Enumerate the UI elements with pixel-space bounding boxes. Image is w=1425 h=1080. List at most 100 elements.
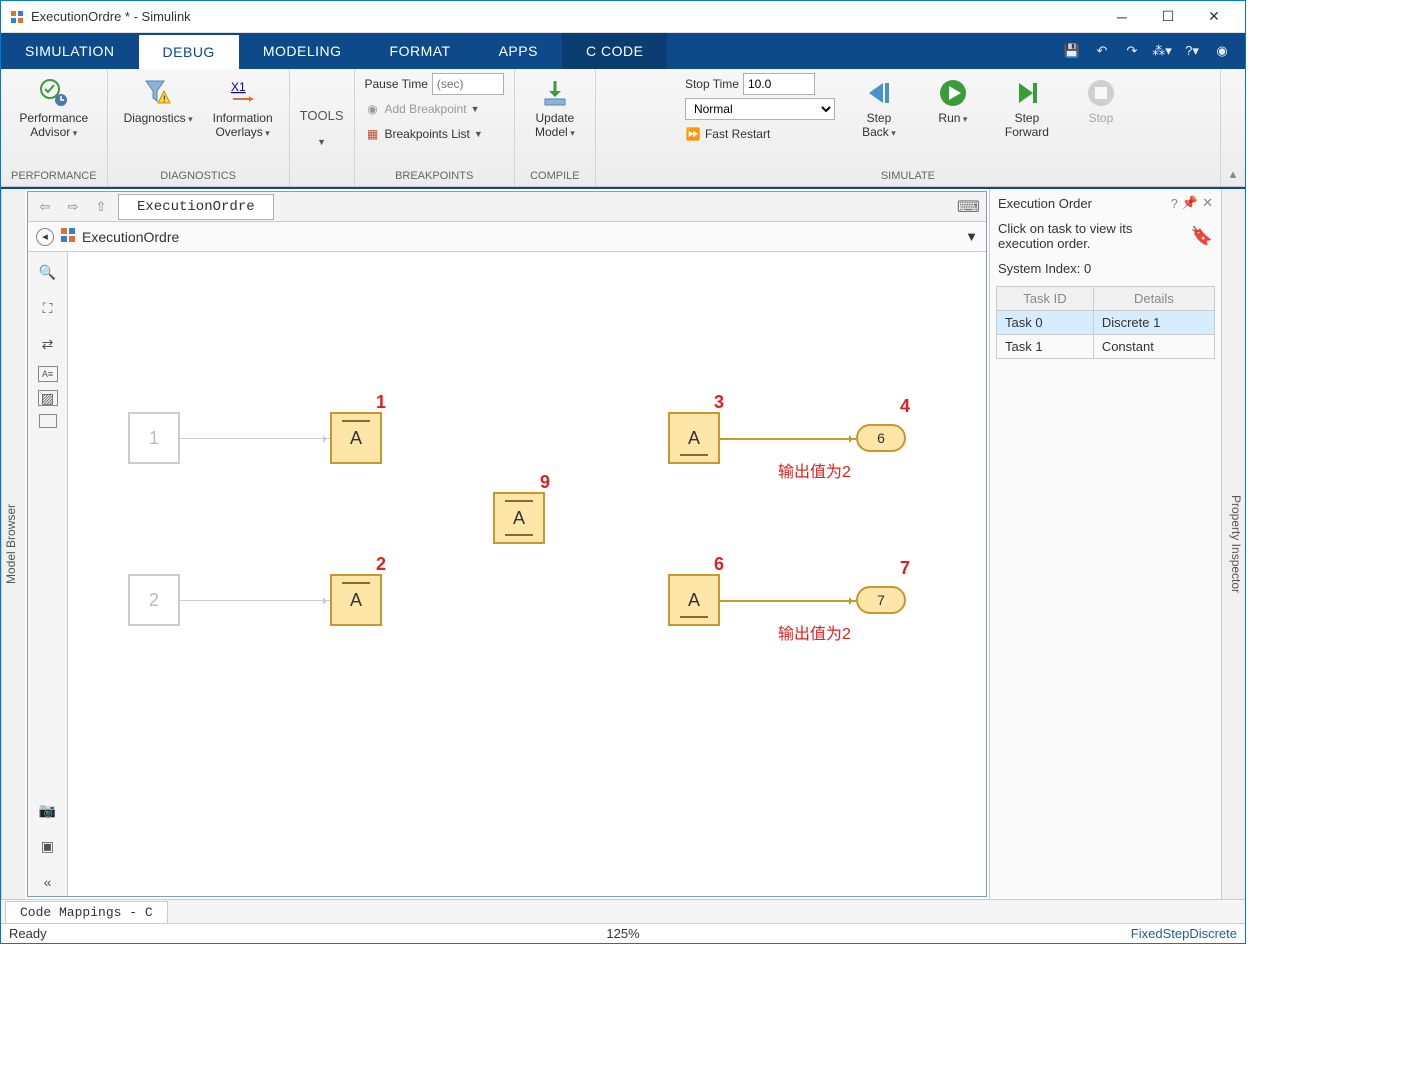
status-left: Ready [9,926,47,941]
block-dsm-1[interactable]: A [330,412,382,464]
block-dsm-3[interactable]: A [668,412,720,464]
add-breakpoint-button[interactable]: ◉ Add Breakpoint ▼ [365,98,504,120]
update-model-icon [539,77,571,109]
exec-highlight-icon[interactable]: 🔖 [1191,226,1213,247]
block-constant-1[interactable]: 1 [128,412,180,464]
nav-back-icon[interactable]: ⇦ [34,196,56,218]
screenshot-icon[interactable]: 📷 [34,796,62,824]
crumb-dropdown-icon[interactable]: ▼ [965,229,978,244]
footer-tab-code-mappings[interactable]: Code Mappings - C [5,901,168,923]
table-row[interactable]: Task 1Constant [997,335,1215,359]
settings-icon[interactable]: ◉ [1211,40,1233,62]
update-model-button[interactable]: Update Model [525,73,585,144]
tab-ccode[interactable]: C CODE [562,33,667,69]
exec-help-icon[interactable]: ? [1171,196,1178,211]
tab-apps[interactable]: APPS [475,33,562,69]
nav-up-icon[interactable]: ⇧ [90,196,112,218]
block-display-1[interactable]: 6 [856,424,906,452]
exec-panel-title: Execution Order [998,196,1167,211]
stop-time-input[interactable] [743,73,815,95]
tools-dropdown[interactable]: ▼ [317,137,326,147]
tab-simulation[interactable]: SIMULATION [1,33,139,69]
execution-order-panel: Execution Order ? 📌 ✕ Click on task to v… [989,189,1221,899]
signal-wire[interactable] [720,600,856,602]
quick-access-toolbar: 💾 ↶ ↷ ⁂▾ ?▾ ◉ [1061,40,1245,62]
run-button[interactable]: Run [923,73,983,130]
crumb-label[interactable]: ExecutionOrdre [82,229,179,245]
image-icon[interactable]: ▨ [38,390,58,406]
exec-badge-4: 4 [900,396,910,417]
exec-pin-icon[interactable]: 📌 [1182,195,1198,211]
record-icon[interactable]: ▣ [34,832,62,860]
pause-time-label: Pause Time [365,77,428,91]
exec-badge-6: 6 [714,554,724,575]
ribbon: Performance Advisor PERFORMANCE ! Diagno… [1,69,1245,187]
fit-icon[interactable]: ⛶ [34,294,62,322]
maximize-button[interactable]: ☐ [1145,2,1191,32]
status-solver[interactable]: FixedStepDiscrete [1131,926,1237,941]
fav-icon[interactable]: ⁂▾ [1151,40,1173,62]
zoom-icon[interactable]: 🔍 [34,258,62,286]
play-icon [937,77,969,109]
app-icon [9,9,25,25]
group-tools: TOOLS ▼ [290,69,355,186]
diagnostics-button[interactable]: ! Diagnostics [118,73,199,130]
status-zoom[interactable]: 125% [606,926,639,941]
nav-tab[interactable]: ExecutionOrdre [118,194,274,220]
tab-modeling[interactable]: MODELING [239,33,366,69]
block-dsm-9[interactable]: A [493,492,545,544]
keyboard-icon[interactable]: ⌨ [957,197,980,217]
signal-wire[interactable] [180,438,330,439]
main-content: Model Browser ⇦ ⇨ ⇧ ExecutionOrdre ⌨ ◂ E… [1,187,1245,899]
signal-wire[interactable] [180,600,330,601]
exec-close-icon[interactable]: ✕ [1202,195,1213,211]
annotation-out2: 输出值为2 [778,620,851,644]
block-display-2[interactable]: 7 [856,586,906,614]
expand-palette-icon[interactable]: « [34,868,62,896]
model-browser-tab[interactable]: Model Browser [1,189,25,899]
title-bar: ExecutionOrdre * - Simulink ─ ☐ ✕ [1,1,1245,33]
info-overlays-button[interactable]: X1 Information Overlays [207,73,279,144]
fast-restart-button[interactable]: ⏩ Fast Restart [685,123,835,145]
system-index-label: System Index: [998,261,1080,276]
signal-icon[interactable]: ⇄ [34,330,62,358]
step-forward-button[interactable]: Step Forward [997,73,1057,143]
nav-forward-icon[interactable]: ⇨ [62,196,84,218]
table-row[interactable]: Task 0Discrete 1 [997,311,1215,335]
group-compile: Update Model COMPILE [515,69,596,186]
stop-button[interactable]: Stop [1071,73,1131,129]
block-dsm-6[interactable]: A [668,574,720,626]
check-clock-icon [38,77,70,109]
breakpoints-list-button[interactable]: ▦ Breakpoints List ▼ [365,123,504,145]
svg-text:!: ! [163,94,166,104]
exec-badge-1: 1 [376,392,386,413]
signal-wire[interactable] [720,438,856,440]
redo-icon[interactable]: ↷ [1121,40,1143,62]
step-back-button[interactable]: Step Back [849,73,909,144]
group-breakpoints: Pause Time ◉ Add Breakpoint ▼ ▦ Breakpoi… [355,69,515,186]
stop-icon [1085,77,1117,109]
sim-mode-select[interactable]: Normal [685,98,835,120]
overlays-icon: X1 [227,77,259,109]
crumb-back-icon[interactable]: ◂ [36,228,54,246]
canvas-palette: 🔍 ⛶ ⇄ A≡ ▨ 📷 ▣ « [28,252,68,896]
block-dsm-2[interactable]: A [330,574,382,626]
help-icon[interactable]: ?▾ [1181,40,1203,62]
close-button[interactable]: ✕ [1191,2,1237,32]
minimize-button[interactable]: ─ [1099,2,1145,32]
performance-advisor-button[interactable]: Performance Advisor [13,73,94,144]
annotation-icon[interactable]: A≡ [38,366,58,382]
step-forward-icon [1011,77,1043,109]
save-icon[interactable]: 💾 [1061,40,1083,62]
nav-toolbar: ⇦ ⇨ ⇧ ExecutionOrdre ⌨ [28,192,986,222]
model-canvas[interactable]: 1 A 1 A 3 6 4 输出值为2 A 9 2 A 2 A 6 [68,252,986,896]
collapse-ribbon-icon[interactable]: ▴ [1230,166,1237,182]
block-constant-2[interactable]: 2 [128,574,180,626]
undo-icon[interactable]: ↶ [1091,40,1113,62]
step-back-icon [863,77,895,109]
property-inspector-tab[interactable]: Property Inspector [1221,189,1245,899]
tab-format[interactable]: FORMAT [366,33,475,69]
area-icon[interactable] [39,414,57,428]
tab-debug[interactable]: DEBUG [139,33,239,69]
pause-time-input[interactable] [432,73,504,95]
